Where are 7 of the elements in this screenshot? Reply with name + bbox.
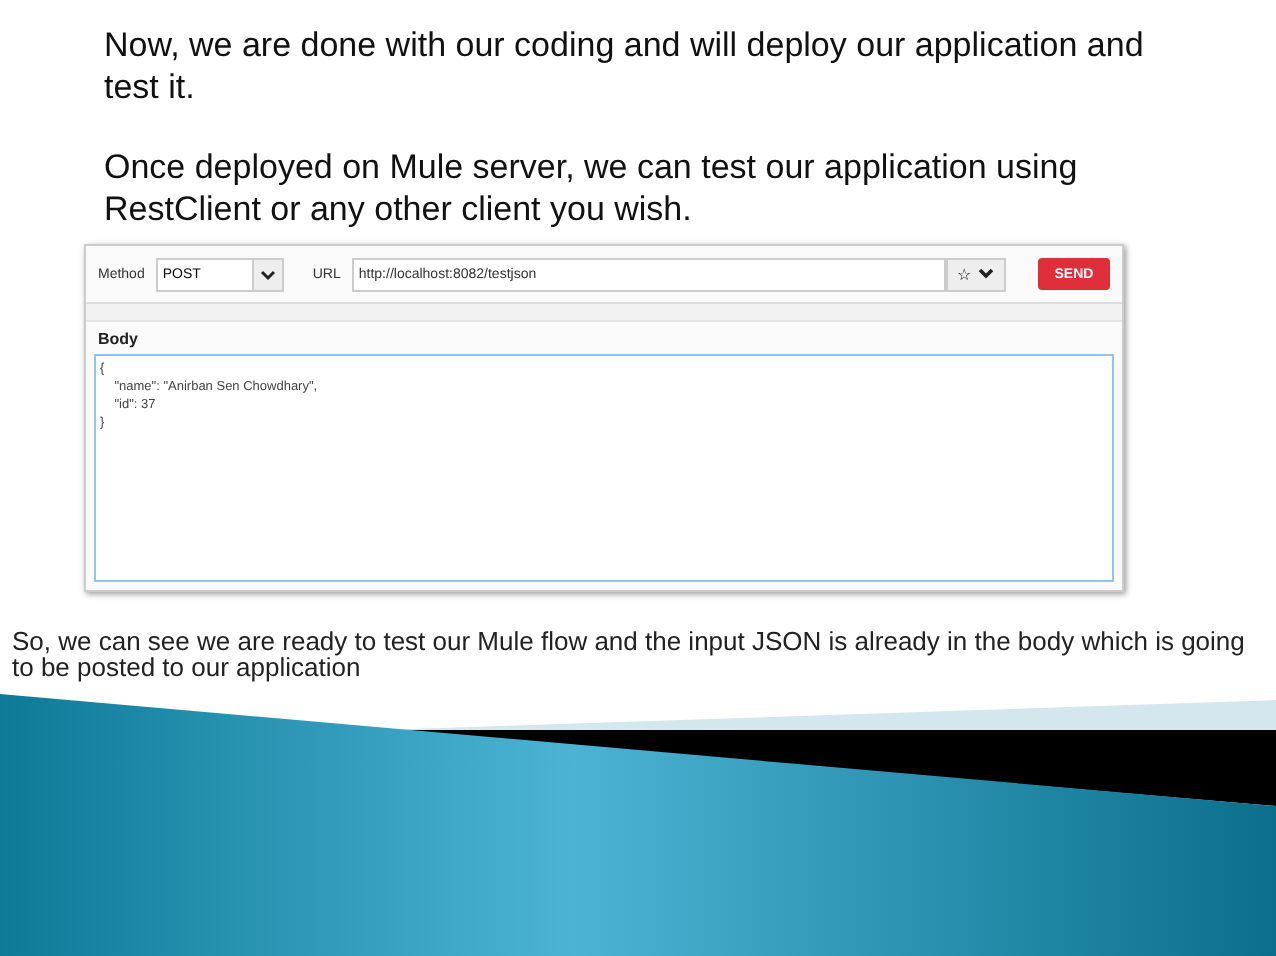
slide-caption: So, we can see we are ready to test our Mule flow and the input JSON is already in the body which is going to be posted to our application <box>12 628 1247 680</box>
body-title: Body <box>96 330 140 352</box>
chevron-down-icon <box>975 264 995 284</box>
slide-paragraph: Now, we are done with our coding and will deploy our application and test it. <box>104 24 1146 108</box>
chevron-down-icon <box>252 259 283 289</box>
slide-paragraph: Once deployed on Mule server, we can test our application using RestClient or any other client you wish. <box>104 146 1080 230</box>
favorites-button[interactable]: ☆ <box>946 257 1006 291</box>
